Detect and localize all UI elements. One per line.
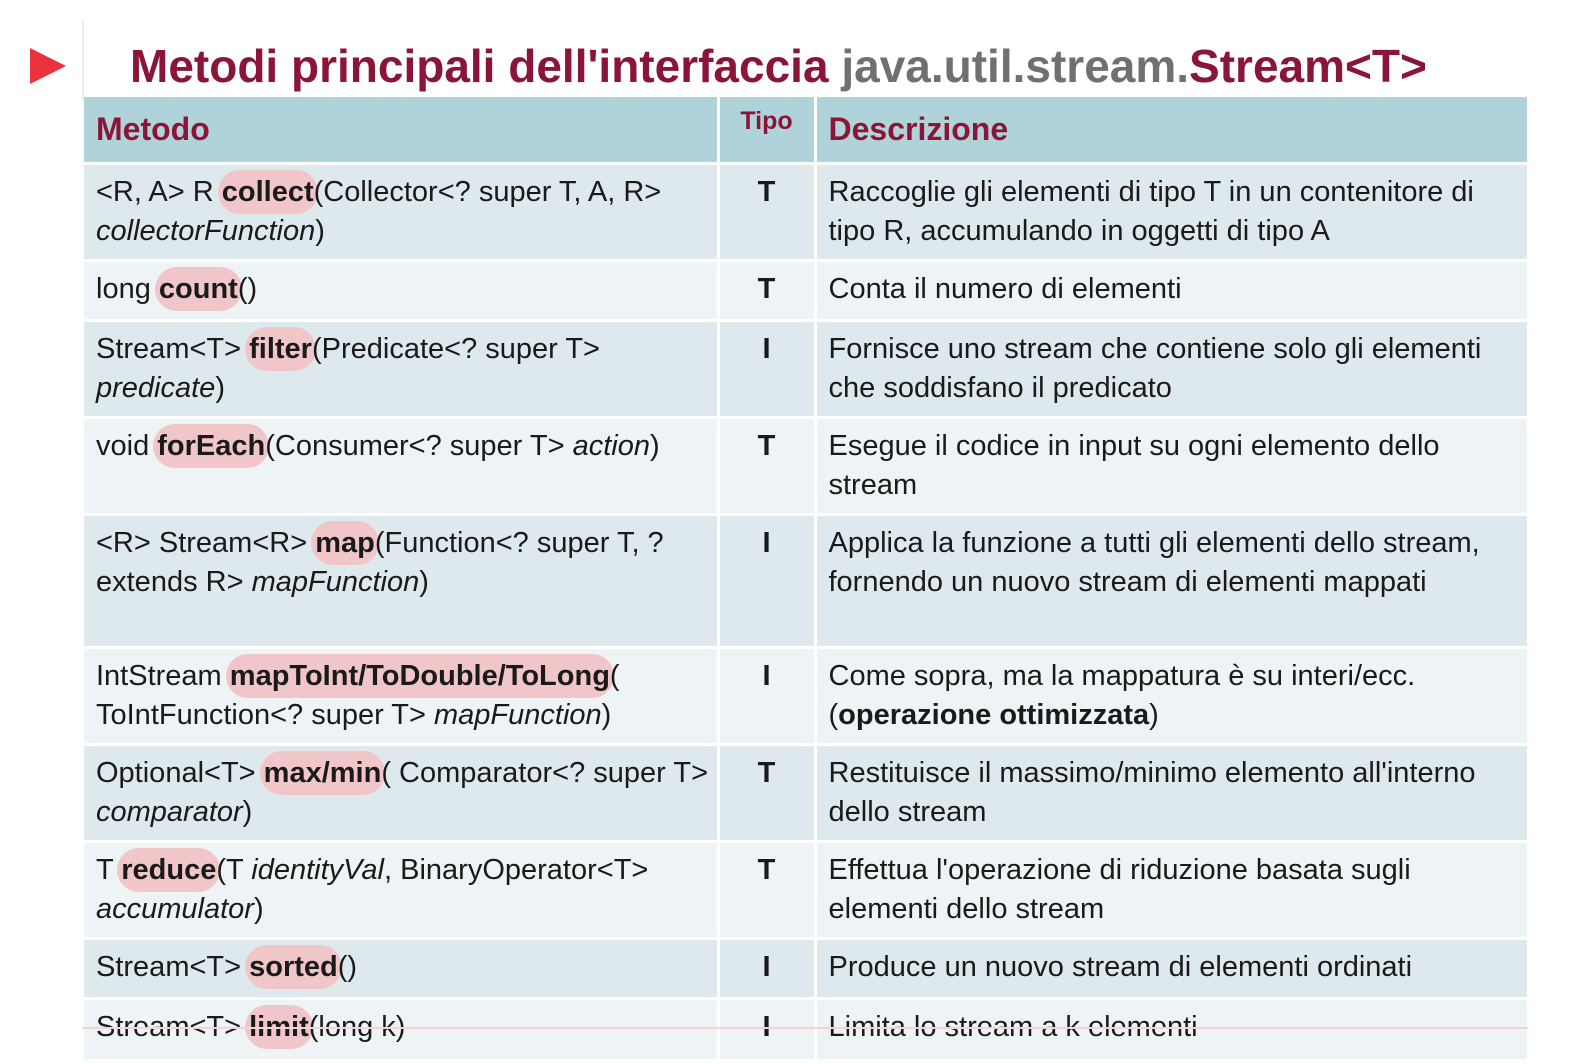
method-cell: IntStream mapToInt/ToDouble/ToLong( ToIn… (84, 646, 720, 745)
method-params: (Consumer<? super T> (265, 430, 573, 462)
tipo-cell: T (718, 162, 817, 261)
title-main: Metodi principali dell'interfaccia (130, 40, 842, 92)
method-cell: void forEach(Consumer<? super T> action) (84, 416, 720, 515)
description-close: ) (1149, 699, 1159, 731)
method-return-type: long (96, 273, 159, 305)
table-row: void forEach(Consumer<? super T> action)… (84, 416, 1530, 515)
method-close: ) (315, 215, 325, 247)
tipo-cell: I (718, 646, 817, 745)
tipo-cell: I (718, 319, 817, 418)
description-cell: Produce un nuovo stream di elementi ordi… (815, 937, 1530, 999)
method-params-2: , BinaryOperator<T> (384, 854, 649, 886)
method-cell: Stream<T> filter(Predicate<? super T> pr… (84, 319, 720, 418)
table-header-row: Metodo Tipo Descrizione (84, 97, 1530, 164)
method-return-type: Stream<T> (96, 951, 250, 983)
method-cell: long count() (84, 259, 720, 321)
slide-edge (82, 20, 84, 100)
description-cell: Come sopra, ma la mappatura è su interi/… (815, 646, 1530, 745)
method-arg: predicate (96, 372, 216, 404)
method-return-type: void (96, 430, 158, 462)
method-arg: action (572, 430, 650, 462)
table-row: T reduce(T identityVal, BinaryOperator<T… (84, 840, 1530, 939)
header-metodo: Metodo (84, 97, 720, 164)
method-arg: identityVal (251, 854, 384, 886)
method-close: ) (601, 699, 612, 731)
title-type: Stream<T> (1189, 40, 1427, 92)
method-arg: mapFunction (251, 566, 420, 598)
method-cell: <R, A> R collect(Collector<? super T, A,… (84, 162, 720, 261)
method-return-type: IntStream (96, 660, 230, 692)
method-arg: mapFunction (434, 699, 602, 731)
table-row: <R> Stream<R> map(Function<? super T, ? … (84, 513, 1530, 648)
tipo-cell: T (718, 259, 817, 321)
description-cell: Restituisce il massimo/minimo elemento a… (815, 743, 1530, 842)
method-params: (Collector<? super T, A, R> (313, 176, 662, 208)
description-cell: Fornisce uno stream che contiene solo gl… (815, 319, 1530, 418)
method-params: () (337, 951, 358, 983)
play-icon[interactable] (30, 48, 66, 84)
method-cell: Stream<T> sorted() (84, 937, 720, 999)
tipo-cell: I (718, 513, 817, 648)
method-params: (T (216, 854, 252, 886)
table-row: <R, A> R collect(Collector<? super T, A,… (84, 162, 1530, 261)
description-cell: Conta il numero di elementi (815, 259, 1530, 321)
method-arg: comparator (96, 796, 243, 828)
slide-title: Metodi principali dell'interfaccia java.… (130, 38, 1427, 94)
method-params: () (237, 273, 258, 305)
table-row: IntStream mapToInt/ToDouble/ToLong( ToIn… (84, 646, 1530, 745)
tipo-cell: I (718, 937, 817, 999)
method-name: map (311, 521, 379, 565)
header-descrizione: Descrizione (815, 97, 1530, 164)
method-name: reduce (117, 848, 221, 892)
method-close: ) (215, 372, 225, 404)
methods-table: Metodo Tipo Descrizione <R, A> R collect… (84, 97, 1530, 1059)
table-row: Stream<T> filter(Predicate<? super T> pr… (84, 319, 1530, 418)
method-arg: collectorFunction (96, 215, 316, 247)
method-return-type: Stream<T> (96, 333, 250, 365)
bottom-divider (82, 1027, 1528, 1029)
method-cell: <R> Stream<R> map(Function<? super T, ? … (84, 513, 720, 648)
tipo-cell: T (718, 743, 817, 842)
tipo-cell: T (718, 840, 817, 939)
method-arg-2: accumulator (96, 893, 254, 925)
method-params: ( Comparator<? super T> (381, 757, 709, 789)
method-name: forEach (153, 424, 270, 468)
description-cell: Effettua l'operazione di riduzione basat… (815, 840, 1530, 939)
method-name: filter (245, 327, 316, 371)
method-close: ) (253, 893, 264, 925)
table-row: Optional<T> max/min( Comparator<? super … (84, 743, 1530, 842)
tipo-cell: T (718, 416, 817, 515)
method-name: count (154, 267, 242, 311)
method-name: sorted (245, 945, 342, 989)
method-return-type: <R, A> R (96, 176, 222, 208)
method-close: ) (242, 796, 253, 828)
method-params: (Predicate<? super T> (311, 333, 600, 365)
method-name: collect (217, 170, 318, 214)
header-tipo: Tipo (718, 97, 817, 164)
method-return-type: Optional<T> (96, 757, 264, 789)
method-cell: Optional<T> max/min( Comparator<? super … (84, 743, 720, 842)
method-close: ) (419, 566, 429, 598)
method-cell: T reduce(T identityVal, BinaryOperator<T… (84, 840, 720, 939)
description-bold: operazione ottimizzata (838, 699, 1150, 731)
description-cell: Applica la funzione a tutti gli elementi… (815, 513, 1530, 648)
title-package: java.util.stream. (841, 40, 1190, 92)
method-name: mapToInt/ToDouble/ToLong (225, 654, 614, 698)
method-name: max/min (259, 751, 386, 795)
description-cell: Esegue il codice in input su ogni elemen… (815, 416, 1530, 515)
method-return-type: <R> Stream<R> (96, 527, 316, 559)
table-row: Stream<T> sorted() I Produce un nuovo st… (84, 937, 1530, 999)
table-row: long count() T Conta il numero di elemen… (84, 259, 1530, 321)
method-close: ) (649, 430, 660, 462)
description-cell: Raccoglie gli elementi di tipo T in un c… (815, 162, 1530, 261)
